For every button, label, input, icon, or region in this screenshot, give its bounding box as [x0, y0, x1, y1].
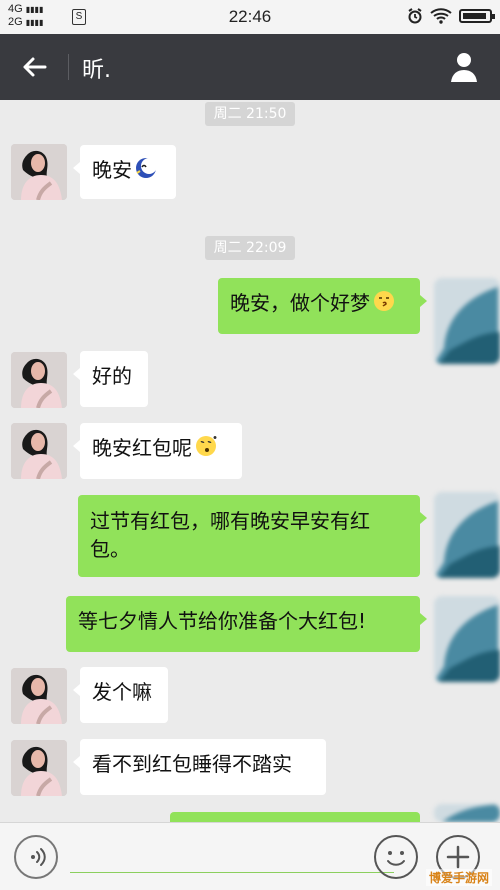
outgoing-avatar-blurred [434, 278, 500, 364]
dizzy-emoji-icon [196, 436, 217, 456]
status-bar: 4G ▮▮▮▮ 2G ▮▮▮▮ S 22:46 [0, 0, 500, 34]
back-arrow-icon[interactable] [20, 52, 50, 82]
wifi-icon [430, 8, 452, 24]
smile-icon [387, 851, 405, 866]
message-timestamp: 周二 22:09 [0, 236, 500, 260]
outgoing-message[interactable]: 晚安，做个好梦 [218, 278, 427, 334]
incoming-message[interactable]: 发个嘛 [73, 667, 168, 723]
message-list[interactable]: 周二 21:50 晚安 周二 22:09 晚安，做个好梦 好的 晚安红包呢 过节… [0, 100, 500, 841]
chat-title: 昕. [82, 58, 111, 83]
contact-avatar[interactable] [11, 423, 67, 479]
avatar-image [11, 668, 67, 724]
contact-profile-icon[interactable] [448, 50, 480, 84]
kiss-emoji-icon [374, 291, 394, 311]
outgoing-message[interactable]: 等七夕情人节给你准备个大红包! [66, 596, 427, 652]
moon-emoji-icon [136, 158, 157, 178]
battery-fill [463, 13, 487, 19]
battery-icon [459, 9, 495, 23]
contact-avatar[interactable] [11, 740, 67, 796]
outgoing-avatar-blurred [434, 804, 500, 822]
emoji-button[interactable] [374, 835, 418, 879]
avatar-image [11, 352, 67, 408]
incoming-message[interactable]: 看不到红包睡得不踏实 [73, 739, 326, 795]
contact-avatar[interactable] [11, 352, 67, 408]
incoming-message[interactable]: 好的 [73, 351, 148, 407]
incoming-message[interactable]: 晚安红包呢 [73, 423, 242, 479]
avatar-image [11, 423, 67, 479]
avatar-image [11, 740, 67, 796]
watermark-text: 博爱手游网 [425, 869, 492, 886]
title-divider [68, 54, 69, 80]
status-icons [407, 8, 495, 24]
message-input-field[interactable] [70, 872, 394, 873]
outgoing-avatar-blurred [434, 492, 500, 578]
alarm-icon [408, 8, 422, 24]
message-timestamp: 周二 21:50 [0, 102, 500, 126]
avatar-image [11, 144, 67, 200]
chat-title-bar: 昕. [0, 34, 500, 100]
message-input-bar: 博爱手游网 [0, 822, 500, 890]
incoming-message[interactable]: 晚安 [73, 145, 176, 199]
contact-avatar[interactable] [11, 144, 67, 200]
voice-input-button[interactable] [14, 835, 58, 879]
voice-icon [31, 848, 46, 866]
outgoing-message[interactable]: 过节有红包，哪有晚安早安有红包。 [78, 495, 427, 577]
outgoing-avatar-blurred [434, 596, 500, 682]
contact-avatar[interactable] [11, 668, 67, 724]
